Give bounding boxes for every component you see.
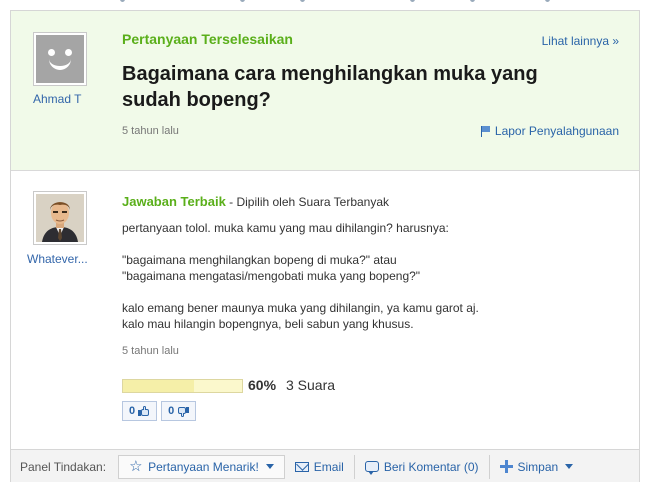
chosen-by-text: - Dipilih oleh Suara Terbanyak [225, 195, 390, 209]
email-label: Email [313, 459, 344, 474]
plus-icon [499, 460, 513, 473]
resolved-question-heading: Pertanyaan Terselesaikan [122, 31, 293, 47]
answer-line: kalo emang bener maunya muka yang dihila… [122, 301, 479, 315]
vote-progress-bar [122, 379, 243, 393]
answerer-avatar[interactable] [33, 191, 87, 245]
question-title: Bagaimana cara menghilangkan muka yang s… [122, 63, 538, 111]
chevron-down-icon [565, 464, 574, 469]
answer-body: pertanyaan tolol. muka kamu yang mau dih… [122, 220, 622, 332]
answer-line: "bagaimana menghilangkan bopeng di muka?… [122, 253, 397, 267]
vote-percentage: 60% [248, 377, 277, 393]
report-abuse-link[interactable]: Lapor Penyalahgunaan [480, 124, 619, 138]
asker-name-link[interactable]: Ahmad T [33, 92, 81, 106]
answer-timestamp: 5 tahun lalu [122, 345, 179, 357]
answer-line: pertanyaan tolol. muka kamu yang mau dih… [122, 221, 449, 235]
save-button[interactable]: Simpan [488, 454, 584, 479]
default-avatar-icon [36, 35, 84, 83]
question-timestamp: 5 tahun lalu [122, 125, 179, 137]
answer-line [122, 236, 622, 252]
thumbs-down-count: 0 [168, 405, 175, 417]
interesting-question-button[interactable]: ☆ Pertanyaan Menarik! [118, 454, 285, 479]
report-abuse-label: Lapor Penyalahgunaan [494, 124, 619, 138]
flag-icon [480, 125, 491, 137]
chevron-down-icon [265, 464, 274, 469]
see-more-link[interactable]: Lihat lainnya » [542, 34, 619, 48]
email-button[interactable]: Email [285, 455, 354, 479]
star-icon: ☆ [129, 457, 143, 475]
answerer-name-link[interactable]: Whatever... [27, 252, 88, 266]
comment-label: Beri Komentar (0) [383, 459, 479, 474]
thumbs-up-count: 0 [129, 405, 136, 417]
save-label: Simpan [517, 459, 559, 474]
vote-progress-fill [123, 380, 195, 392]
action-panel: Panel Tindakan: ☆ Pertanyaan Menarik! Em… [11, 449, 639, 482]
comment-button[interactable]: Beri Komentar (0) [353, 454, 489, 479]
thumbs-down-button[interactable]: 0 [161, 401, 197, 421]
comment-icon [364, 461, 379, 475]
answer-line [122, 284, 622, 300]
envelope-icon [294, 461, 309, 472]
top-edge-fragment [0, 0, 650, 6]
thumbs-down-icon [177, 406, 190, 417]
thumbs-up-icon [138, 405, 150, 417]
answerer-photo [36, 194, 84, 242]
asker-avatar[interactable] [33, 32, 87, 86]
rating-buttons: 0 0 [122, 401, 197, 421]
vote-count: 3 Suara [286, 377, 336, 393]
answer-line: kalo mau hilangin bopengnya, beli sabun … [122, 317, 414, 331]
best-answer-label: Jawaban Terbaik [122, 194, 226, 209]
thumbs-up-button[interactable]: 0 [122, 401, 158, 421]
action-panel-label: Panel Tindakan: [20, 459, 107, 474]
question-section: Ahmad T Pertanyaan Terselesaikan Lihat l… [11, 11, 639, 171]
best-answer-heading: Jawaban Terbaik - Dipilih oleh Suara Ter… [122, 194, 389, 209]
qa-panel: Ahmad T Pertanyaan Terselesaikan Lihat l… [10, 10, 640, 482]
interesting-question-label: Pertanyaan Menarik! [148, 459, 259, 474]
answer-line: "bagaimana mengatasi/mengobati muka yang… [122, 269, 421, 283]
